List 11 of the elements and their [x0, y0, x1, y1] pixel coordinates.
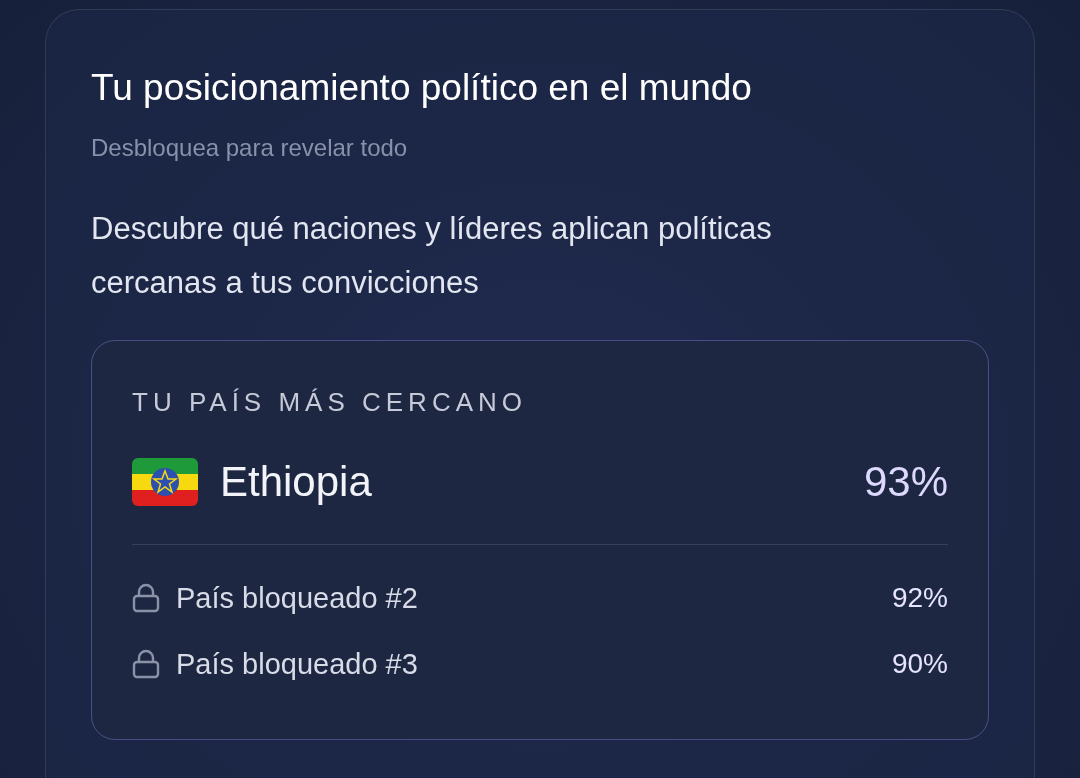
card-subtitle: Desbloquea para revelar todo — [91, 134, 409, 162]
match-percentage: 92% — [891, 582, 948, 614]
locked-country-label: País bloqueado #3 — [176, 647, 418, 681]
card-description: Descubre qué naciones y líderes aplican políticas cercanas a tus convicciones — [91, 210, 773, 302]
locked-country-label: País bloqueado #2 — [176, 581, 418, 615]
panel-heading: TU PAÍS MÁS CERCANO — [132, 387, 528, 418]
card-title: Tu posicionamiento político en el mundo — [91, 66, 753, 110]
match-percentage: 90% — [891, 648, 948, 680]
country-name: Ethiopia — [220, 458, 372, 506]
match-percentage: 93% — [863, 458, 948, 506]
ethiopia-flag-icon — [132, 458, 198, 506]
